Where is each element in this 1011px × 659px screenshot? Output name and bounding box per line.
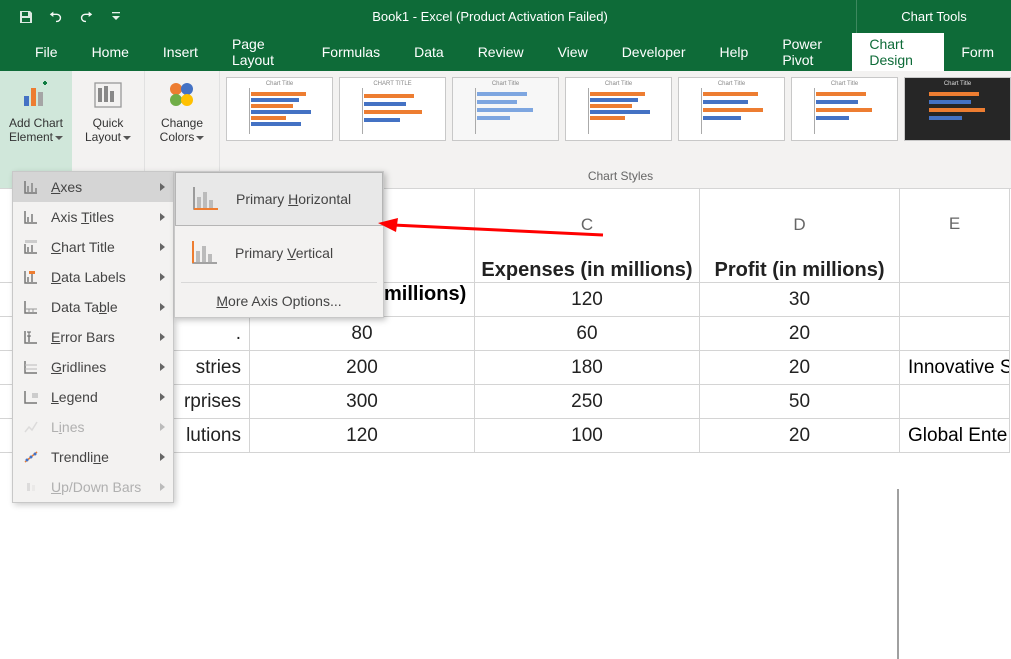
updown-bars-icon <box>21 477 41 497</box>
embedded-chart-edge[interactable] <box>897 489 899 659</box>
lines-icon <box>21 417 41 437</box>
chart-title-icon <box>21 237 41 257</box>
menu-lines: Lines <box>13 412 173 442</box>
menu-axis-titles[interactable]: Axis Titles <box>13 202 173 232</box>
primary-vertical-icon <box>187 236 221 270</box>
header-cell-e: E <box>900 189 1010 283</box>
undo-icon[interactable] <box>48 9 64 25</box>
tab-data[interactable]: Data <box>397 33 461 71</box>
tab-insert[interactable]: Insert <box>146 33 215 71</box>
menu-data-table[interactable]: Data Table <box>13 292 173 322</box>
axes-icon <box>21 177 41 197</box>
chart-style-3[interactable]: Chart Title <box>452 77 559 141</box>
tab-file[interactable]: File <box>18 33 75 71</box>
tab-page-layout[interactable]: Page Layout <box>215 33 305 71</box>
legend-icon <box>21 387 41 407</box>
qat-more-icon[interactable] <box>108 9 124 25</box>
ribbon-tabs: File Home Insert Page Layout Formulas Da… <box>0 33 1011 71</box>
tab-format[interactable]: Form <box>944 33 1011 71</box>
redo-icon[interactable] <box>78 9 94 25</box>
trendline-icon <box>21 447 41 467</box>
chart-style-6[interactable]: Chart Title <box>791 77 898 141</box>
menu-data-labels[interactable]: Data Labels <box>13 262 173 292</box>
chevron-right-icon <box>160 183 165 191</box>
tab-help[interactable]: Help <box>703 33 766 71</box>
tab-developer[interactable]: Developer <box>605 33 703 71</box>
contextual-tab-label: Chart Tools <box>856 0 1011 33</box>
chart-style-2[interactable]: CHART TITLE <box>339 77 446 141</box>
chart-style-1[interactable]: Chart Title <box>226 77 333 141</box>
tab-review[interactable]: Review <box>461 33 541 71</box>
axes-submenu: Primary Horizontal Primary Vertical More… <box>174 171 384 318</box>
menu-error-bars[interactable]: Error Bars <box>13 322 173 352</box>
save-icon[interactable] <box>18 9 34 25</box>
window-title: Book1 - Excel (Product Activation Failed… <box>124 0 856 33</box>
quick-layout-icon <box>91 78 125 112</box>
tab-power-pivot[interactable]: Power Pivot <box>765 33 852 71</box>
quick-access-toolbar <box>0 0 124 33</box>
titlebar: Book1 - Excel (Product Activation Failed… <box>0 0 1011 33</box>
gridlines-icon <box>21 357 41 377</box>
add-chart-element-menu: Axes Axis Titles Chart Title Data Labels… <box>12 171 174 503</box>
primary-horizontal-icon <box>188 182 222 216</box>
menu-updown-bars: Up/Down Bars <box>13 472 173 502</box>
tab-formulas[interactable]: Formulas <box>305 33 397 71</box>
chart-style-4[interactable]: Chart Title <box>565 77 672 141</box>
menu-legend[interactable]: Legend <box>13 382 173 412</box>
chart-style-7[interactable]: Chart Title <box>904 77 1011 141</box>
menu-trendline[interactable]: Trendline <box>13 442 173 472</box>
header-cell-d: D Profit (in millions) <box>700 189 900 283</box>
menu-axes[interactable]: Axes <box>13 172 173 202</box>
axes-primary-horizontal[interactable]: Primary Horizontal <box>175 172 383 226</box>
change-colors-icon <box>165 78 199 112</box>
annotation-arrow <box>378 218 608 248</box>
axes-more-options[interactable]: More Axis Options... <box>175 285 383 317</box>
chart-style-5[interactable]: Chart Title <box>678 77 785 141</box>
tab-home[interactable]: Home <box>75 33 146 71</box>
error-bars-icon <box>21 327 41 347</box>
axes-primary-vertical[interactable]: Primary Vertical <box>175 226 383 280</box>
data-labels-icon <box>21 267 41 287</box>
axis-titles-icon <box>21 207 41 227</box>
tab-view[interactable]: View <box>541 33 605 71</box>
menu-chart-title[interactable]: Chart Title <box>13 232 173 262</box>
add-chart-element-icon <box>19 78 53 112</box>
tab-chart-design[interactable]: Chart Design <box>852 33 944 71</box>
data-table-icon <box>21 297 41 317</box>
partial-header-b: millions) <box>384 283 466 306</box>
menu-gridlines[interactable]: Gridlines <box>13 352 173 382</box>
